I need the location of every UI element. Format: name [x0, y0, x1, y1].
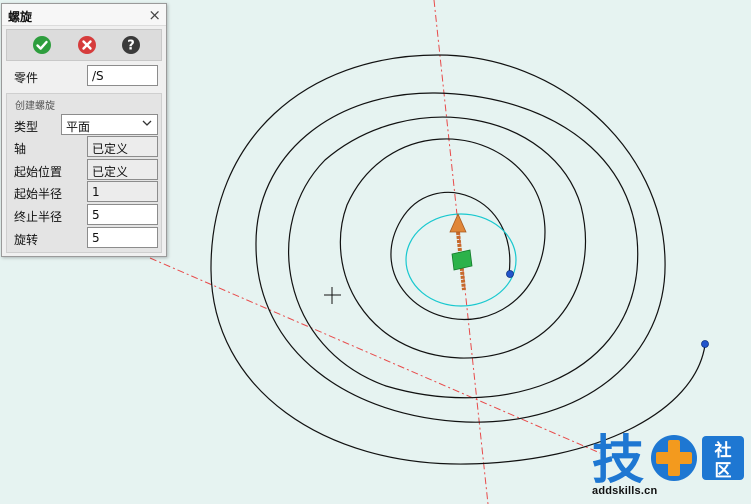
- part-label: 零件: [14, 71, 39, 85]
- axis-row: 轴 已定义: [2, 135, 166, 158]
- rotation-input[interactable]: [87, 227, 158, 248]
- dialog-title: 螺旋: [8, 10, 33, 24]
- section-title: 创建螺旋: [15, 101, 55, 112]
- confirm-check-icon[interactable]: [32, 35, 52, 55]
- start-position-field[interactable]: 已定义: [87, 159, 158, 180]
- close-icon[interactable]: ×: [148, 6, 161, 24]
- spiral-end-point[interactable]: [701, 340, 709, 348]
- cancel-x-icon[interactable]: [77, 35, 97, 55]
- watermark-url: addskills.cn: [592, 485, 658, 497]
- start-position-row: 起始位置 已定义: [2, 158, 166, 181]
- type-selected-value: 平面: [66, 120, 91, 134]
- end-radius-input[interactable]: [87, 204, 158, 225]
- chevron-down-icon: [142, 120, 152, 126]
- axis-field[interactable]: 已定义: [87, 136, 158, 157]
- axis-label: 轴: [14, 142, 27, 156]
- svg-text:?: ?: [127, 39, 135, 54]
- rotation-row: 旋转: [2, 226, 166, 249]
- help-question-icon[interactable]: ?: [121, 35, 141, 55]
- axis-direction-arrow-icon[interactable]: [449, 213, 467, 233]
- watermark-logo: 技 社 区: [592, 431, 744, 491]
- rotation-label: 旋转: [14, 233, 39, 247]
- crosshair-cursor-icon: [324, 287, 341, 304]
- dialog-button-row: ?: [6, 29, 162, 61]
- end-radius-label: 终止半径: [14, 210, 63, 224]
- start-radius-input[interactable]: [87, 181, 158, 202]
- type-label: 类型: [14, 120, 39, 134]
- part-input[interactable]: [87, 65, 158, 86]
- dialog-titlebar[interactable]: 螺旋 ×: [2, 4, 166, 26]
- axis-lines: [149, 0, 601, 504]
- type-dropdown[interactable]: 平面: [61, 114, 158, 135]
- helix-dialog[interactable]: 螺旋 × ? 零件 创建螺旋 类型 平面 轴: [1, 3, 167, 257]
- start-radius-row: 起始半径: [2, 180, 166, 203]
- spiral-start-point[interactable]: [506, 270, 514, 278]
- addskills-watermark: 技 社 区 addskills.cn: [592, 428, 747, 500]
- watermark-char-qu: 区: [715, 461, 732, 481]
- part-row: 零件: [2, 64, 166, 87]
- watermark-char-she: 社: [714, 440, 732, 461]
- position-handle-square-icon[interactable]: [451, 249, 473, 271]
- diagonal-axis-line: [149, 257, 601, 454]
- start-radius-label: 起始半径: [14, 187, 63, 201]
- start-position-label: 起始位置: [14, 165, 63, 179]
- end-radius-row: 终止半径: [2, 203, 166, 226]
- watermark-char-ji: 技: [592, 431, 644, 486]
- type-row: 类型 平面: [2, 113, 166, 136]
- spiral-turn-2: [339, 138, 586, 359]
